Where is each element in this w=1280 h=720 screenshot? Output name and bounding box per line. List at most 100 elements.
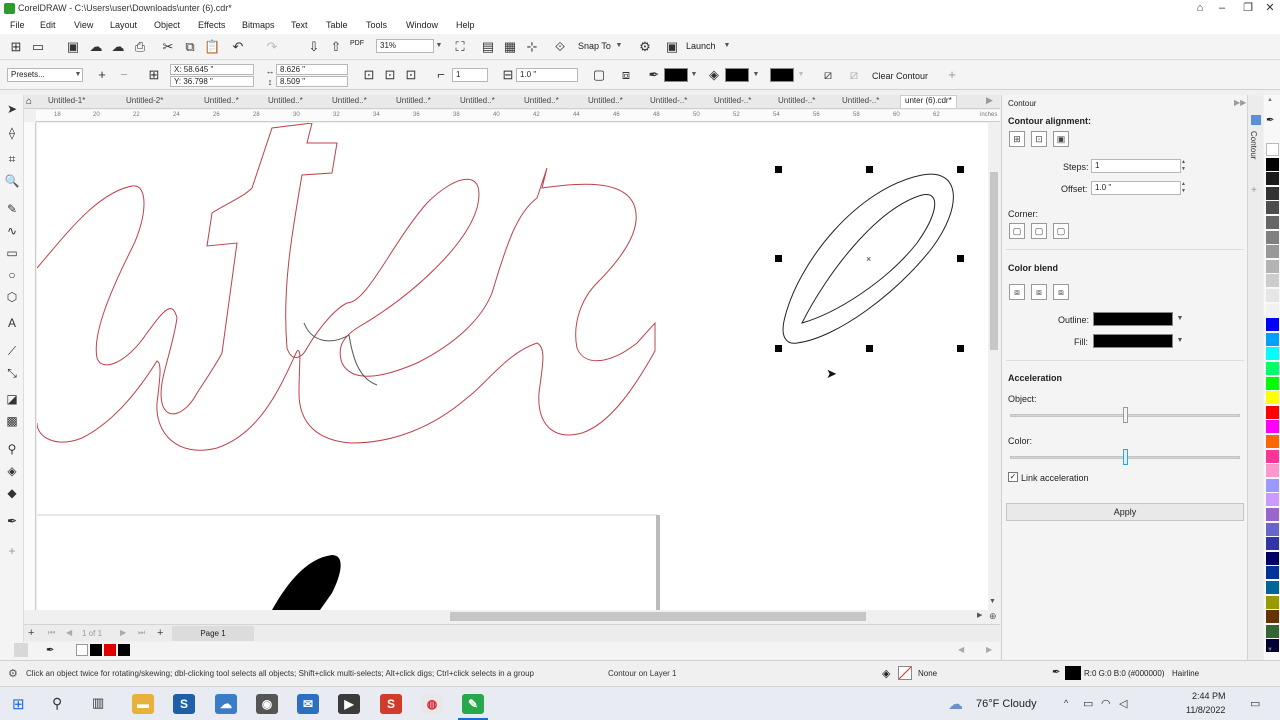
- chrome-icon[interactable]: ◍: [421, 694, 443, 714]
- offset-spinner-icon[interactable]: ▲ ▼: [1181, 181, 1189, 195]
- palette-swatch[interactable]: [1266, 595, 1279, 609]
- contour-corners-icon[interactable]: ▢: [591, 67, 607, 83]
- doc-tab-7[interactable]: Untitled..*: [460, 96, 495, 105]
- status-settings-icon[interactable]: ⚙: [8, 667, 18, 680]
- snap-to-label[interactable]: Snap To: [578, 41, 611, 51]
- canvas-artwork[interactable]: ×: [37, 123, 988, 610]
- palette-swatch[interactable]: [1266, 624, 1279, 638]
- doc-tab-1[interactable]: Untitled-1*: [48, 96, 85, 105]
- palette-swatch[interactable]: [1266, 274, 1279, 288]
- palette-swatch[interactable]: [1266, 230, 1279, 244]
- next-page-icon[interactable]: ▶: [120, 628, 126, 637]
- add-page-before-icon[interactable]: +: [28, 627, 34, 639]
- palette-swatch[interactable]: [1266, 172, 1279, 186]
- align-to-center-icon[interactable]: ⊞: [1009, 131, 1025, 147]
- cloud-download-icon[interactable]: ☁: [110, 39, 126, 55]
- smart-fill-tool-icon[interactable]: ◆: [4, 485, 20, 501]
- clear-contour-icon[interactable]: ⧄: [846, 67, 862, 83]
- apply-button[interactable]: Apply: [1006, 503, 1244, 521]
- outline-status-swatch[interactable]: [1065, 666, 1081, 680]
- windows-start-icon[interactable]: ⊞: [12, 695, 25, 713]
- palette-swatch[interactable]: [1266, 259, 1279, 273]
- add-docker-icon[interactable]: +: [1251, 185, 1257, 196]
- width-field[interactable]: 8.626 ": [276, 64, 348, 75]
- menu-table[interactable]: Table: [326, 20, 348, 30]
- redo-icon[interactable]: ↷: [264, 39, 280, 55]
- doc-tab-5[interactable]: Untitled..*: [332, 96, 367, 105]
- docker-fill-dropdown-icon[interactable]: ▼: [1175, 334, 1185, 348]
- add-preset-icon[interactable]: +: [94, 67, 110, 83]
- palette-swatch-black[interactable]: [90, 644, 102, 656]
- freehand-tool-icon[interactable]: ✎: [4, 201, 20, 217]
- menu-tools[interactable]: Tools: [366, 20, 387, 30]
- menu-effects[interactable]: Effects: [198, 20, 225, 30]
- search-icon[interactable]: ⚲: [52, 695, 62, 712]
- connector-tool-icon[interactable]: ⤡: [4, 365, 20, 381]
- palette-swatch[interactable]: [1266, 391, 1279, 405]
- remove-preset-icon[interactable]: −: [116, 67, 132, 83]
- new-document-icon[interactable]: ⊞: [8, 39, 24, 55]
- export-icon[interactable]: ⇧: [328, 39, 344, 55]
- palette-scroll-down-icon[interactable]: ▼: [1267, 647, 1273, 653]
- palette-swatch-black-2[interactable]: [118, 644, 130, 656]
- outline-color-dropdown-icon[interactable]: ▼: [689, 68, 699, 82]
- show-hidden-icons-icon[interactable]: ^: [1064, 698, 1068, 708]
- weather-label[interactable]: 76°F Cloudy: [976, 698, 1037, 710]
- app-media-icon[interactable]: ▶: [338, 694, 360, 714]
- vertical-scroll-thumb[interactable]: [990, 172, 998, 350]
- palette-swatch[interactable]: [1266, 449, 1279, 463]
- docker-expand-icon[interactable]: ▶▶: [1234, 98, 1246, 107]
- artistic-media-tool-icon[interactable]: ∿: [4, 223, 20, 239]
- app-red-s-icon[interactable]: S: [380, 694, 402, 714]
- navigator-zoom-icon[interactable]: ⊕: [989, 611, 997, 622]
- palette-swatch[interactable]: [1266, 405, 1279, 419]
- bevel-corner-icon[interactable]: ▢: [1053, 223, 1069, 239]
- app-cloud-icon[interactable]: ☁: [215, 694, 237, 714]
- palette-swatch[interactable]: [1266, 537, 1279, 551]
- show-guidelines-icon[interactable]: ⊹: [524, 39, 540, 55]
- contour-inside-icon[interactable]: ⊡: [382, 67, 398, 83]
- doc-tab-3[interactable]: Untitled..*: [204, 96, 239, 105]
- eyedropper-tool-icon[interactable]: ⚲: [4, 441, 20, 457]
- snap-to-icon[interactable]: ⟐: [552, 39, 568, 55]
- rectangle-tool-icon[interactable]: ▭: [4, 245, 20, 261]
- menu-bitmaps[interactable]: Bitmaps: [242, 20, 275, 30]
- cloud-upload-icon[interactable]: ☁: [88, 39, 104, 55]
- selection-handle[interactable]: [775, 255, 782, 262]
- coreldraw-taskbar-icon[interactable]: ✎: [462, 694, 484, 714]
- y-position-field[interactable]: Y: 36.798 ": [170, 76, 254, 87]
- publish-pdf-label[interactable]: PDF: [350, 40, 364, 47]
- menu-edit[interactable]: Edit: [40, 20, 56, 30]
- app-camera-icon[interactable]: ◉: [256, 694, 278, 714]
- undo-icon[interactable]: ↶: [230, 39, 246, 55]
- menu-text[interactable]: Text: [291, 20, 308, 30]
- docker-outline-swatch[interactable]: [1093, 312, 1173, 326]
- counterclockwise-color-blend-icon[interactable]: ⧈: [1053, 284, 1069, 300]
- object-origin-icon[interactable]: ⊞: [146, 67, 162, 83]
- object-acceleration-thumb[interactable]: [1123, 407, 1128, 423]
- palette-swatch[interactable]: [1266, 303, 1279, 317]
- selection-handle[interactable]: [866, 345, 873, 352]
- selection-handle[interactable]: [957, 166, 964, 173]
- show-grid-icon[interactable]: ▦: [502, 39, 518, 55]
- add-page-after-icon[interactable]: +: [157, 627, 163, 639]
- palette-swatch[interactable]: [1266, 420, 1279, 434]
- doc-tab-6[interactable]: Untitled..*: [396, 96, 431, 105]
- task-view-icon[interactable]: ▥: [92, 695, 104, 711]
- file-explorer-icon[interactable]: ▬: [132, 694, 154, 714]
- home-icon[interactable]: ⌂: [26, 96, 32, 107]
- palette-swatch[interactable]: [1266, 157, 1279, 171]
- selection-handle[interactable]: [775, 345, 782, 352]
- palette-scroll-left-icon[interactable]: ◀: [958, 645, 964, 654]
- fill-color-dropdown-icon[interactable]: ▼: [751, 68, 761, 82]
- height-field[interactable]: 8.509 ": [276, 76, 348, 87]
- polygon-tool-icon[interactable]: ⬡: [4, 289, 20, 305]
- parallel-dimension-tool-icon[interactable]: ⟋: [4, 343, 20, 359]
- contour-offset-field[interactable]: 1.0 ": [516, 68, 578, 82]
- text-tool-icon[interactable]: A: [4, 315, 20, 331]
- clockwise-color-blend-icon[interactable]: ⧈: [1031, 284, 1047, 300]
- palette-swatch[interactable]: [1266, 201, 1279, 215]
- launch-app-icon[interactable]: ▣: [664, 39, 680, 55]
- palette-swatch[interactable]: [1266, 362, 1279, 375]
- contour-docker-tab[interactable]: Contour: [1249, 131, 1258, 159]
